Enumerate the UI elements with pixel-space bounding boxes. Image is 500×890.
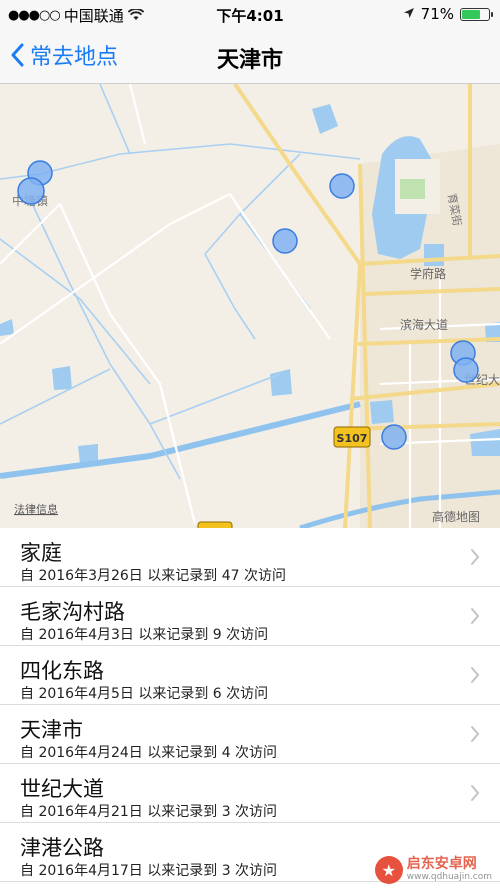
green-area: [400, 179, 425, 199]
chevron-right-icon: [471, 549, 480, 565]
visit-marker[interactable]: [381, 424, 407, 450]
chevron-right-icon: [471, 608, 480, 624]
battery-icon: [460, 7, 493, 21]
chevron-right-icon: [471, 667, 480, 683]
place-name: 天津市: [20, 718, 83, 742]
place-name: 世纪大道: [20, 777, 104, 801]
map-provider-logo: 高德地图: [432, 509, 480, 524]
chevron-right-icon: [471, 726, 480, 742]
status-bar: ●●●○○ 中国联通 下午4:01 71%: [0, 0, 500, 28]
page-title: 天津市: [216, 48, 283, 73]
legal-info-link[interactable]: 法律信息: [14, 502, 58, 516]
pond: [0, 319, 14, 336]
list-item[interactable]: 四化东路 自 2016年4月5日 以来记录到 6 次访问: [0, 646, 500, 705]
map-label-binhai: 滨海大道: [400, 317, 448, 332]
chevron-right-icon: [471, 785, 480, 801]
pond: [52, 366, 72, 390]
visit-marker[interactable]: [329, 173, 355, 199]
list-item[interactable]: 家庭 自 2016年3月26日 以来记录到 47 次访问: [0, 528, 500, 587]
location-arrow-icon: [403, 5, 415, 23]
watermark-logo-icon: ★: [374, 856, 403, 884]
place-detail: 自 2016年3月26日 以来记录到 47 次访问: [20, 568, 286, 584]
highway-label-s107: S107: [337, 432, 368, 445]
navigation-bar: 常去地点 天津市: [0, 28, 500, 84]
place-detail: 自 2016年4月5日 以来记录到 6 次访问: [20, 686, 269, 702]
watermark: ★ 启东安卓网 www.qdhuajin.com: [374, 856, 492, 884]
pond: [424, 244, 444, 266]
map-canvas[interactable]: S107 中塘镇 育菜街 学府路 滨海大道 世纪大 法律信息 高德地图: [0, 84, 500, 528]
list-item[interactable]: 毛家沟村路 自 2016年4月3日 以来记录到 9 次访问: [0, 587, 500, 646]
place-detail: 自 2016年4月3日 以来记录到 9 次访问: [20, 627, 269, 643]
visit-marker[interactable]: [453, 357, 479, 383]
list-item[interactable]: 天津市 自 2016年4月24日 以来记录到 4 次访问: [0, 705, 500, 764]
watermark-url: www.qdhuajin.com: [406, 871, 492, 882]
battery-fill: [462, 9, 480, 19]
map-view[interactable]: S107 中塘镇 育菜街 学府路 滨海大道 世纪大 法律信息 高德地图: [0, 84, 500, 528]
map-label-xuefu: 学府路: [410, 266, 446, 281]
watermark-text: 启东安卓网: [406, 856, 477, 873]
visit-marker[interactable]: [17, 177, 45, 205]
place-name: 四化东路: [20, 659, 104, 683]
battery-percent: 71%: [420, 5, 454, 23]
place-detail: 自 2016年4月17日 以来记录到 3 次访问: [20, 863, 278, 879]
place-name: 毛家沟村路: [20, 600, 125, 624]
visit-marker[interactable]: [272, 228, 298, 254]
place-name: 津港公路: [20, 836, 104, 860]
place-name: 家庭: [20, 541, 62, 565]
pond: [312, 104, 338, 134]
place-detail: 自 2016年4月21日 以来记录到 3 次访问: [20, 804, 278, 820]
status-right: 71%: [403, 5, 493, 23]
pond: [270, 369, 292, 396]
pond: [370, 400, 394, 424]
places-list: 家庭 自 2016年3月26日 以来记录到 47 次访问 毛家沟村路 自 201…: [0, 528, 500, 890]
place-detail: 自 2016年4月24日 以来记录到 4 次访问: [20, 745, 278, 761]
list-item[interactable]: 世纪大道 自 2016年4月21日 以来记录到 3 次访问: [0, 764, 500, 823]
